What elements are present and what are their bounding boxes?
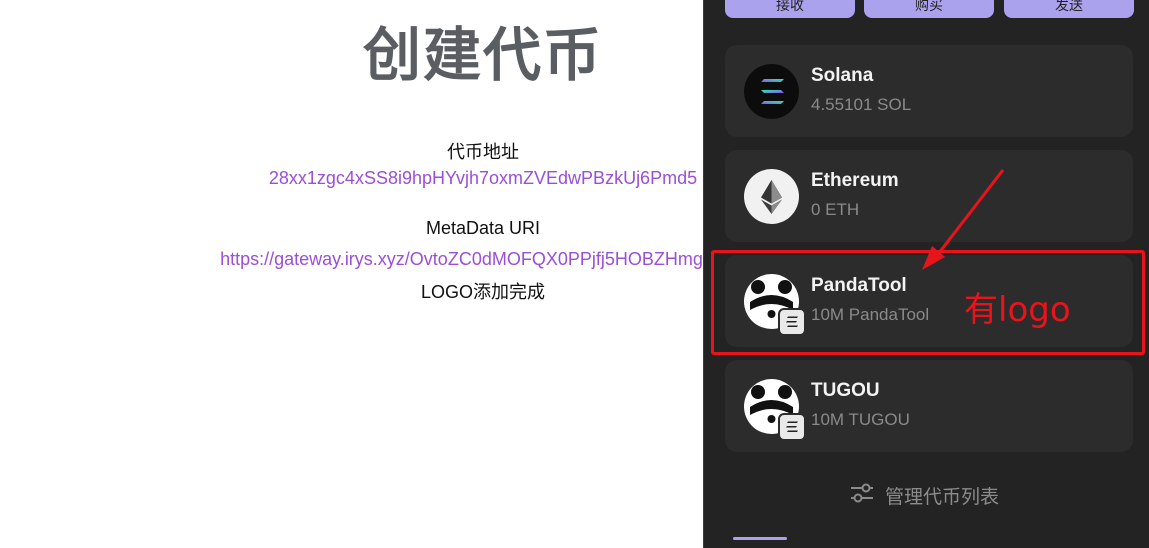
ethereum-logo-icon: [744, 169, 799, 224]
token-balance: 10M TUGOU: [811, 410, 910, 429]
logo-status-text: LOGO添加完成: [420, 282, 545, 302]
token-row-solana[interactable]: Solana 4.55101 SOL: [725, 45, 1133, 137]
token-row-tugou[interactable]: TUGOU 10M TUGOU: [725, 360, 1133, 452]
token-name: Solana: [811, 65, 874, 86]
token-row-ethereum[interactable]: Ethereum 0 ETH: [725, 150, 1133, 242]
token-address-link[interactable]: 28xx1zgc4xSS8i9hpHYvjh7oxmZVEdwPBzkUj6Pm…: [0, 168, 703, 189]
create-token-page: 创建代币 代币地址 28xx1zgc4xSS8i9hpHYvjh7oxmZVEd…: [0, 0, 703, 548]
metadata-uri-label: MetaData URI: [425, 218, 541, 238]
token-name: Ethereum: [811, 170, 899, 191]
solana-logo-icon: [744, 64, 799, 119]
token-address-label: 代币地址: [447, 142, 519, 162]
token-balance: 4.55101 SOL: [811, 95, 912, 114]
receive-button[interactable]: 接收: [725, 0, 855, 18]
active-tab-indicator: [733, 537, 787, 540]
sliders-icon: [849, 482, 875, 509]
token-name: TUGOU: [811, 380, 880, 401]
annotation-highlight-box: [711, 250, 1145, 355]
manage-token-list-button[interactable]: 管理代币列表: [849, 482, 999, 509]
panda-logo-icon: [744, 379, 806, 441]
annotation-text: 有logo: [964, 290, 1071, 330]
token-balance: 0 ETH: [811, 200, 860, 219]
send-button[interactable]: 发送: [1004, 0, 1134, 18]
solana-badge-icon: [778, 413, 806, 441]
manage-token-list-label: 管理代币列表: [885, 486, 1000, 508]
page-title: 创建代币: [362, 21, 603, 89]
metadata-uri-link[interactable]: https://gateway.irys.xyz/OvtoZC0dMOFQX0P…: [0, 249, 703, 270]
buy-button[interactable]: 购买: [864, 0, 994, 18]
